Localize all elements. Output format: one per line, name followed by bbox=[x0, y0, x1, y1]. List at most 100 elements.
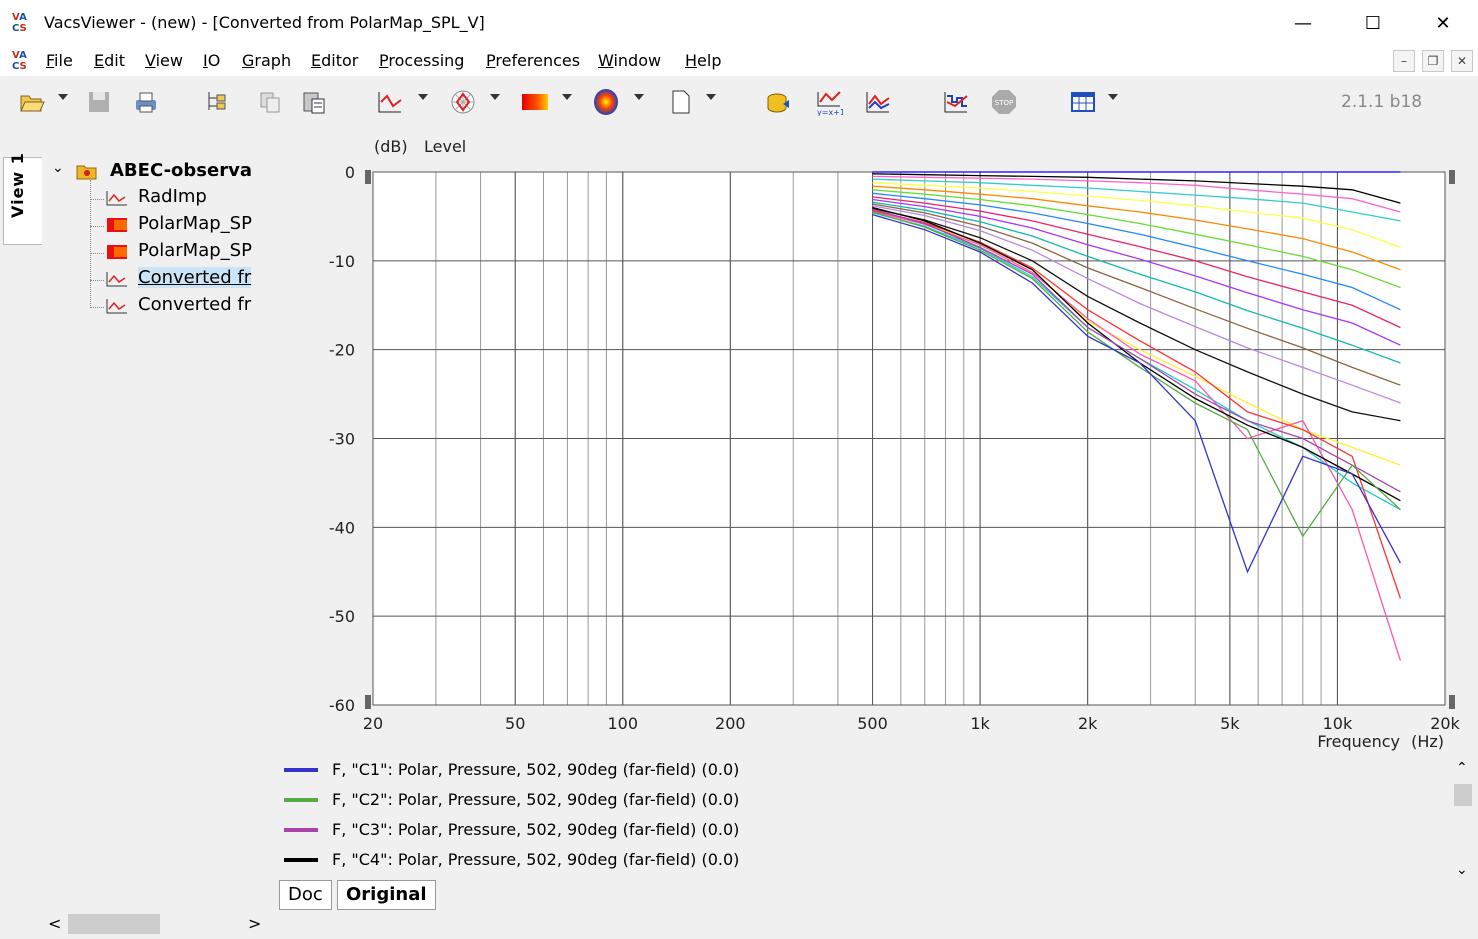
scroll-right-arrow-icon[interactable]: > bbox=[248, 914, 261, 933]
stop-icon[interactable]: STOP bbox=[990, 88, 1018, 116]
app-logo-icon: VA CS bbox=[12, 12, 27, 34]
tree-branch-line bbox=[90, 199, 104, 200]
y-axis-top-handle[interactable] bbox=[365, 170, 371, 184]
table-dropdown-icon[interactable] bbox=[1108, 94, 1118, 100]
view-tab[interactable]: View 1 bbox=[3, 152, 42, 245]
x-tick-label: 200 bbox=[715, 714, 746, 733]
legend-swatch bbox=[284, 798, 318, 802]
scroll-down-arrow-icon[interactable]: ⌄ bbox=[1456, 862, 1468, 878]
right-axis-top-handle[interactable] bbox=[1449, 170, 1455, 184]
legend-swatch bbox=[284, 828, 318, 832]
x-tick-label: 100 bbox=[607, 714, 638, 733]
tree-horizontal-scrollbar[interactable]: < > bbox=[40, 912, 270, 936]
frequency-response-chart[interactable]: 20 50 100 200 500 1k 2k 5k 10k 20k 0 -10 -20 -30 -40 -5… bbox=[320, 130, 1478, 755]
menu-view[interactable]: View bbox=[145, 51, 183, 70]
graph-icon bbox=[106, 299, 127, 314]
minimize-button[interactable]: — bbox=[1268, 0, 1338, 46]
svg-text:y=x+1: y=x+1 bbox=[817, 108, 843, 116]
mdi-restore-button[interactable]: ❐ bbox=[1422, 50, 1444, 72]
x-tick-label: 20k bbox=[1430, 714, 1460, 733]
tab-doc[interactable]: Doc bbox=[279, 880, 332, 910]
scroll-left-arrow-icon[interactable]: < bbox=[48, 914, 61, 933]
open-dropdown-icon[interactable] bbox=[58, 94, 68, 100]
legend: F, "C1": Polar, Pressure, 502, 90deg (fa… bbox=[280, 756, 1450, 878]
y-tick-label: -60 bbox=[329, 696, 355, 715]
menu-edit[interactable]: Edit bbox=[94, 51, 125, 70]
y-axis-bottom-handle[interactable] bbox=[365, 695, 371, 709]
import-data-icon[interactable] bbox=[765, 88, 793, 116]
x-tick-label: 2k bbox=[1078, 714, 1098, 733]
multi-curve-icon[interactable] bbox=[864, 88, 892, 116]
save-icon[interactable] bbox=[85, 88, 113, 116]
tree-properties-icon[interactable] bbox=[203, 88, 231, 116]
x-tick-label: 10k bbox=[1323, 714, 1353, 733]
expand-chevron-icon[interactable]: ⌄ bbox=[52, 160, 64, 176]
paste-icon[interactable] bbox=[300, 88, 328, 116]
legend-label: F, "C3": Polar, Pressure, 502, 90deg (fa… bbox=[332, 820, 740, 839]
polar-dropdown-icon[interactable] bbox=[490, 94, 500, 100]
view-tab-label: View 1 bbox=[8, 152, 27, 218]
menu-help[interactable]: Help bbox=[685, 51, 721, 70]
menu-editor[interactable]: Editor bbox=[311, 51, 358, 70]
line-graph-icon[interactable] bbox=[376, 88, 404, 116]
tree-item-label: RadImp bbox=[138, 186, 207, 207]
stepped-graph-icon[interactable] bbox=[942, 88, 970, 116]
map-icon bbox=[107, 218, 127, 232]
tree-branch-line bbox=[90, 280, 104, 281]
document-logo-icon[interactable]: VA CS bbox=[12, 50, 36, 74]
polar-graph-icon[interactable] bbox=[449, 88, 477, 116]
copy-icon[interactable] bbox=[256, 88, 284, 116]
tree-item-label: Converted fr bbox=[138, 267, 252, 288]
tab-original[interactable]: Original bbox=[337, 880, 436, 910]
mdi-minimize-button[interactable]: – bbox=[1393, 50, 1415, 72]
legend-scroll-thumb[interactable] bbox=[1454, 784, 1472, 806]
balloon-dropdown-icon[interactable] bbox=[634, 94, 644, 100]
y-tick-label: -10 bbox=[329, 252, 355, 271]
mdi-close-button[interactable]: ✕ bbox=[1451, 50, 1473, 72]
menu-bar: VA CS File Edit View IO Graph Editor Processing… bbox=[0, 46, 1478, 76]
new-dropdown-icon[interactable] bbox=[706, 94, 716, 100]
legend-label: F, "C4": Polar, Pressure, 502, 90deg (fa… bbox=[332, 850, 740, 869]
tree-item-label: PolarMap_SP bbox=[138, 240, 252, 261]
y-tick-label: -30 bbox=[329, 430, 355, 449]
tree-branch-line bbox=[90, 253, 104, 254]
close-button[interactable]: ✕ bbox=[1408, 0, 1478, 46]
project-tree: ⌄ ABEC-observa RadImp PolarMap_SP PolarMap_S… bbox=[48, 156, 268, 326]
graph-icon bbox=[106, 272, 127, 287]
menu-file[interactable]: File bbox=[46, 51, 73, 70]
tree-branch-line bbox=[90, 307, 104, 308]
map-dropdown-icon[interactable] bbox=[562, 94, 572, 100]
right-axis-bottom-handle[interactable] bbox=[1449, 695, 1455, 709]
y-tick-label: -50 bbox=[329, 607, 355, 626]
x-tick-label: 20 bbox=[363, 714, 383, 733]
tree-item-label: ABEC-observa bbox=[110, 160, 252, 181]
map-graph-icon[interactable] bbox=[520, 88, 548, 116]
x-tick-label: 5k bbox=[1220, 714, 1240, 733]
menu-window[interactable]: Window bbox=[598, 51, 661, 70]
maximize-button[interactable]: ☐ bbox=[1338, 0, 1408, 46]
new-document-icon[interactable] bbox=[667, 88, 695, 116]
menu-graph[interactable]: Graph bbox=[242, 51, 291, 70]
menu-io[interactable]: IO bbox=[203, 51, 220, 70]
balloon-graph-icon[interactable] bbox=[592, 88, 620, 116]
open-folder-icon[interactable] bbox=[18, 88, 46, 116]
print-icon[interactable] bbox=[132, 88, 160, 116]
formula-graph-icon[interactable]: y=x+1 bbox=[815, 88, 843, 116]
graph-icon bbox=[106, 191, 127, 206]
tree-item-label: PolarMap_SP bbox=[138, 213, 252, 234]
scroll-up-arrow-icon[interactable]: ⌃ bbox=[1456, 760, 1468, 776]
x-axis-title: Frequency bbox=[1317, 732, 1400, 751]
menu-preferences[interactable]: Preferences bbox=[486, 51, 580, 70]
table-icon[interactable] bbox=[1069, 88, 1097, 116]
y-tick-label: -20 bbox=[329, 341, 355, 360]
graph-dropdown-icon[interactable] bbox=[418, 94, 428, 100]
scroll-thumb[interactable] bbox=[68, 914, 160, 934]
x-tick-label: 500 bbox=[857, 714, 888, 733]
legend-vertical-scrollbar[interactable]: ⌃ ⌄ bbox=[1452, 760, 1474, 884]
x-axis-unit: (Hz) bbox=[1411, 732, 1444, 751]
y-axis-unit: (dB) bbox=[374, 137, 408, 156]
tree-item-label: Converted fr bbox=[138, 294, 252, 315]
y-tick-label: 0 bbox=[345, 163, 355, 182]
legend-swatch bbox=[284, 858, 318, 862]
menu-processing[interactable]: Processing bbox=[379, 51, 464, 70]
